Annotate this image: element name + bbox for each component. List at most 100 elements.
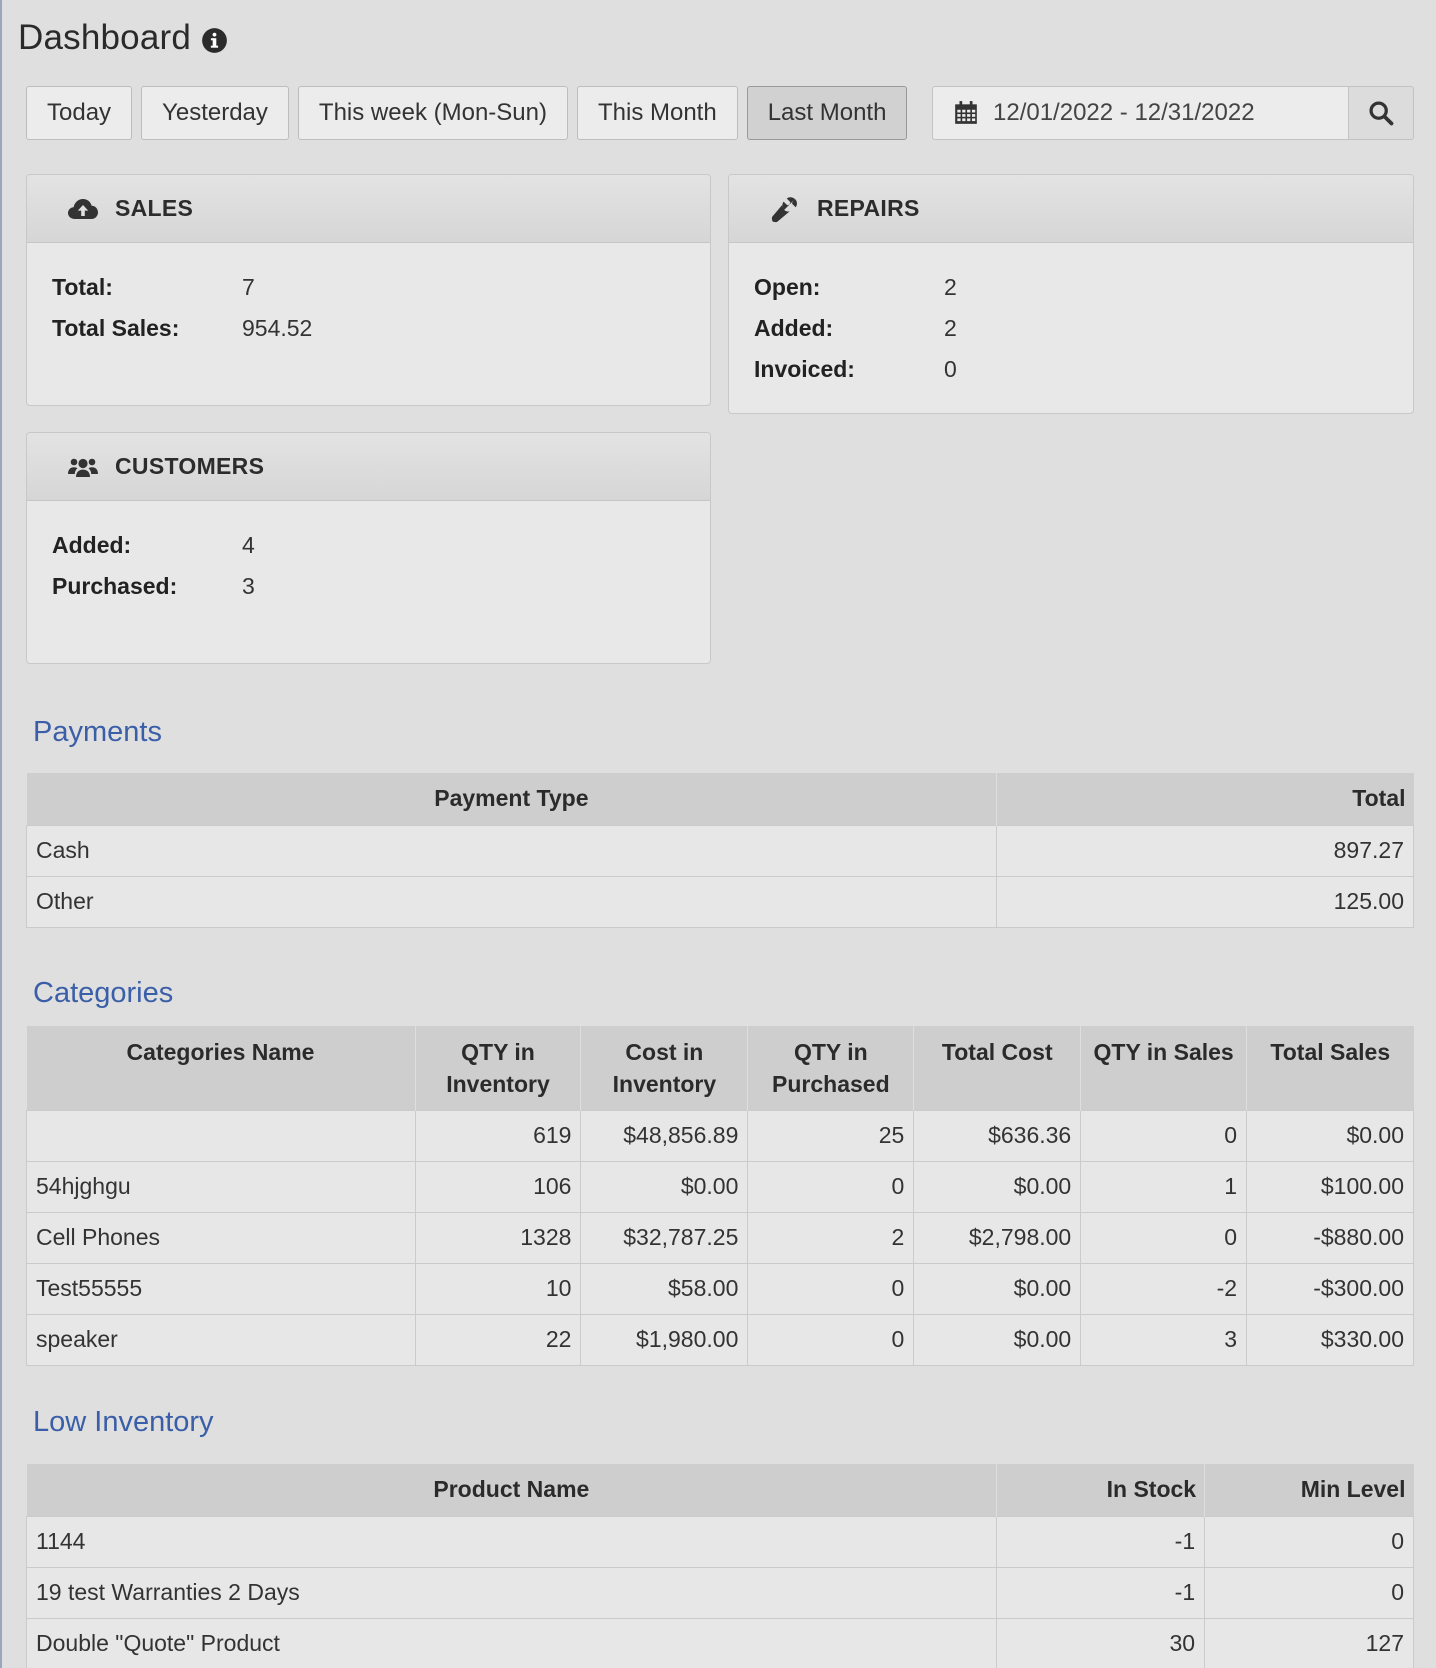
qty-sales-cell: 1 bbox=[1080, 1160, 1248, 1213]
sales-total-value: 7 bbox=[242, 274, 255, 300]
categories-name-header: Categories Name bbox=[26, 1026, 416, 1110]
table-row: 19 test Warranties 2 Days -1 0 bbox=[25, 1566, 1414, 1619]
qty-purchased-cell: 25 bbox=[747, 1109, 915, 1162]
sales-total-label: Total: bbox=[52, 274, 113, 300]
qty-purchased-cell: 0 bbox=[747, 1313, 915, 1366]
cost-inventory-header: Cost in Inventory bbox=[580, 1026, 749, 1110]
table-row: Double "Quote" Product 30 127 bbox=[25, 1617, 1414, 1668]
date-range-input[interactable]: 12/01/2022 - 12/31/2022 bbox=[932, 86, 1348, 140]
customers-added-row: Added: 4 bbox=[52, 525, 710, 566]
repairs-invoiced-label: Invoiced: bbox=[754, 356, 855, 382]
repairs-invoiced-value: 0 bbox=[944, 356, 957, 382]
payment-total-cell: 125.00 bbox=[996, 875, 1414, 928]
repairs-open-value: 2 bbox=[944, 274, 957, 300]
total-cost-cell: $0.00 bbox=[913, 1160, 1082, 1213]
last-month-button[interactable]: Last Month bbox=[746, 86, 908, 140]
repairs-added-label: Added: bbox=[754, 315, 834, 341]
today-button[interactable]: Today bbox=[26, 86, 133, 140]
calendar-icon bbox=[955, 101, 977, 124]
customers-purchased-label: Purchased: bbox=[52, 573, 178, 599]
low-inventory-section-title: Low Inventory bbox=[33, 1406, 214, 1438]
payment-type-cell: Other bbox=[25, 875, 998, 928]
cloud-upload-icon bbox=[68, 198, 98, 219]
this-week-button[interactable]: This week (Mon-Sun) bbox=[297, 86, 568, 140]
customers-title: CUSTOMERS bbox=[115, 453, 265, 479]
table-row: 619 $48,856.89 25 $636.36 0 $0.00 bbox=[26, 1109, 1414, 1162]
table-row: Cell Phones 1328 $32,787.25 2 $2,798.00 … bbox=[26, 1211, 1414, 1264]
sales-total-sales-value: 954.52 bbox=[242, 315, 313, 341]
product-name-cell: Double "Quote" Product bbox=[25, 1617, 998, 1668]
in-stock-cell: -1 bbox=[996, 1566, 1206, 1619]
total-sales-cell: $0.00 bbox=[1246, 1109, 1414, 1162]
repairs-open-row: Open: 2 bbox=[754, 267, 1413, 308]
date-range-value: 12/01/2022 - 12/31/2022 bbox=[993, 99, 1255, 126]
customers-added-label: Added: bbox=[52, 532, 132, 558]
low-inventory-table: Product Name In Stock Min Level 1144 -1 … bbox=[25, 1464, 1414, 1668]
customers-purchased-row: Purchased: 3 bbox=[52, 566, 710, 607]
total-sales-cell: $330.00 bbox=[1246, 1313, 1414, 1366]
page-title: Dashboard bbox=[18, 18, 192, 57]
qty-purchased-cell: 2 bbox=[747, 1211, 915, 1264]
in-stock-cell: 30 bbox=[996, 1617, 1206, 1668]
cost-inventory-cell: $58.00 bbox=[580, 1262, 749, 1315]
payment-total-cell: 897.27 bbox=[996, 824, 1414, 877]
categories-section-title: Categories bbox=[33, 977, 174, 1009]
table-row: 54hjghgu 106 $0.00 0 $0.00 1 $100.00 bbox=[26, 1160, 1414, 1213]
qty-inventory-cell: 619 bbox=[414, 1109, 582, 1162]
sales-title: SALES bbox=[115, 195, 194, 221]
min-level-cell: 127 bbox=[1204, 1617, 1414, 1668]
repairs-panel: REPAIRS Open: 2 Added: 2 Invoiced: 0 bbox=[728, 174, 1414, 414]
repairs-title: REPAIRS bbox=[817, 195, 920, 221]
total-cost-cell: $0.00 bbox=[913, 1262, 1082, 1315]
qty-sales-cell: -2 bbox=[1080, 1262, 1248, 1315]
total-sales-cell: -$880.00 bbox=[1246, 1211, 1414, 1264]
product-name-cell: 19 test Warranties 2 Days bbox=[25, 1566, 998, 1619]
categories-header-row: Categories Name QTY in Inventory Cost in I… bbox=[26, 1026, 1414, 1110]
min-level-cell: 0 bbox=[1204, 1515, 1414, 1568]
repairs-added-row: Added: 2 bbox=[754, 308, 1413, 349]
date-range-group: 12/01/2022 - 12/31/2022 bbox=[932, 86, 1414, 140]
yesterday-button[interactable]: Yesterday bbox=[141, 86, 289, 140]
qty-sales-header: QTY in Sales bbox=[1080, 1026, 1248, 1110]
product-name-header: Product Name bbox=[26, 1464, 998, 1516]
low-inventory-header-row: Product Name In Stock Min Level bbox=[26, 1464, 1414, 1516]
categories-table: Categories Name QTY in Inventory Cost in I… bbox=[26, 1026, 1414, 1366]
qty-sales-cell: 0 bbox=[1080, 1211, 1248, 1264]
qty-purchased-cell: 0 bbox=[747, 1160, 915, 1213]
sales-panel-header: SALES bbox=[27, 175, 710, 243]
qty-inventory-cell: 1328 bbox=[414, 1211, 582, 1264]
qty-purchased-header: QTY in Purchased bbox=[747, 1026, 915, 1110]
qty-inventory-cell: 10 bbox=[414, 1262, 582, 1315]
payment-total-header: Total bbox=[996, 773, 1414, 825]
payments-header-row: Payment Type Total bbox=[26, 773, 1414, 825]
search-button[interactable] bbox=[1348, 86, 1414, 140]
wrench-icon bbox=[771, 196, 797, 222]
category-name-cell: 54hjghgu bbox=[26, 1160, 416, 1213]
repairs-panel-header: REPAIRS bbox=[729, 175, 1413, 243]
sales-total-sales-row: Total Sales: 954.52 bbox=[52, 308, 710, 349]
table-row: Cash 897.27 bbox=[25, 824, 1414, 877]
cost-inventory-cell: $32,787.25 bbox=[580, 1211, 749, 1264]
payments-section-title: Payments bbox=[33, 716, 162, 748]
table-row: Test55555 10 $58.00 0 $0.00 -2 -$300.00 bbox=[26, 1262, 1414, 1315]
min-level-cell: 0 bbox=[1204, 1566, 1414, 1619]
qty-inventory-header: QTY in Inventory bbox=[415, 1026, 582, 1110]
info-icon[interactable] bbox=[201, 27, 228, 54]
category-name-cell: speaker bbox=[26, 1313, 416, 1366]
category-name-cell bbox=[26, 1109, 416, 1162]
left-edge-border bbox=[0, 0, 2, 1668]
this-month-button[interactable]: This Month bbox=[576, 86, 738, 140]
sales-panel: SALES Total: 7 Total Sales: 954.52 bbox=[26, 174, 711, 406]
category-name-cell: Test55555 bbox=[26, 1262, 416, 1315]
cost-inventory-cell: $1,980.00 bbox=[580, 1313, 749, 1366]
min-level-header: Min Level bbox=[1204, 1464, 1414, 1516]
payments-table: Payment Type Total Cash 897.27 Other 125… bbox=[25, 773, 1414, 928]
category-name-cell: Cell Phones bbox=[26, 1211, 416, 1264]
search-icon bbox=[1369, 101, 1394, 126]
customers-purchased-value: 3 bbox=[242, 573, 255, 599]
table-row: Other 125.00 bbox=[25, 875, 1414, 928]
repairs-invoiced-row: Invoiced: 0 bbox=[754, 349, 1413, 390]
total-sales-header: Total Sales bbox=[1246, 1026, 1414, 1110]
date-filter-toolbar: Today Yesterday This week (Mon-Sun) This… bbox=[26, 86, 916, 140]
table-row: speaker 22 $1,980.00 0 $0.00 3 $330.00 bbox=[26, 1313, 1414, 1366]
